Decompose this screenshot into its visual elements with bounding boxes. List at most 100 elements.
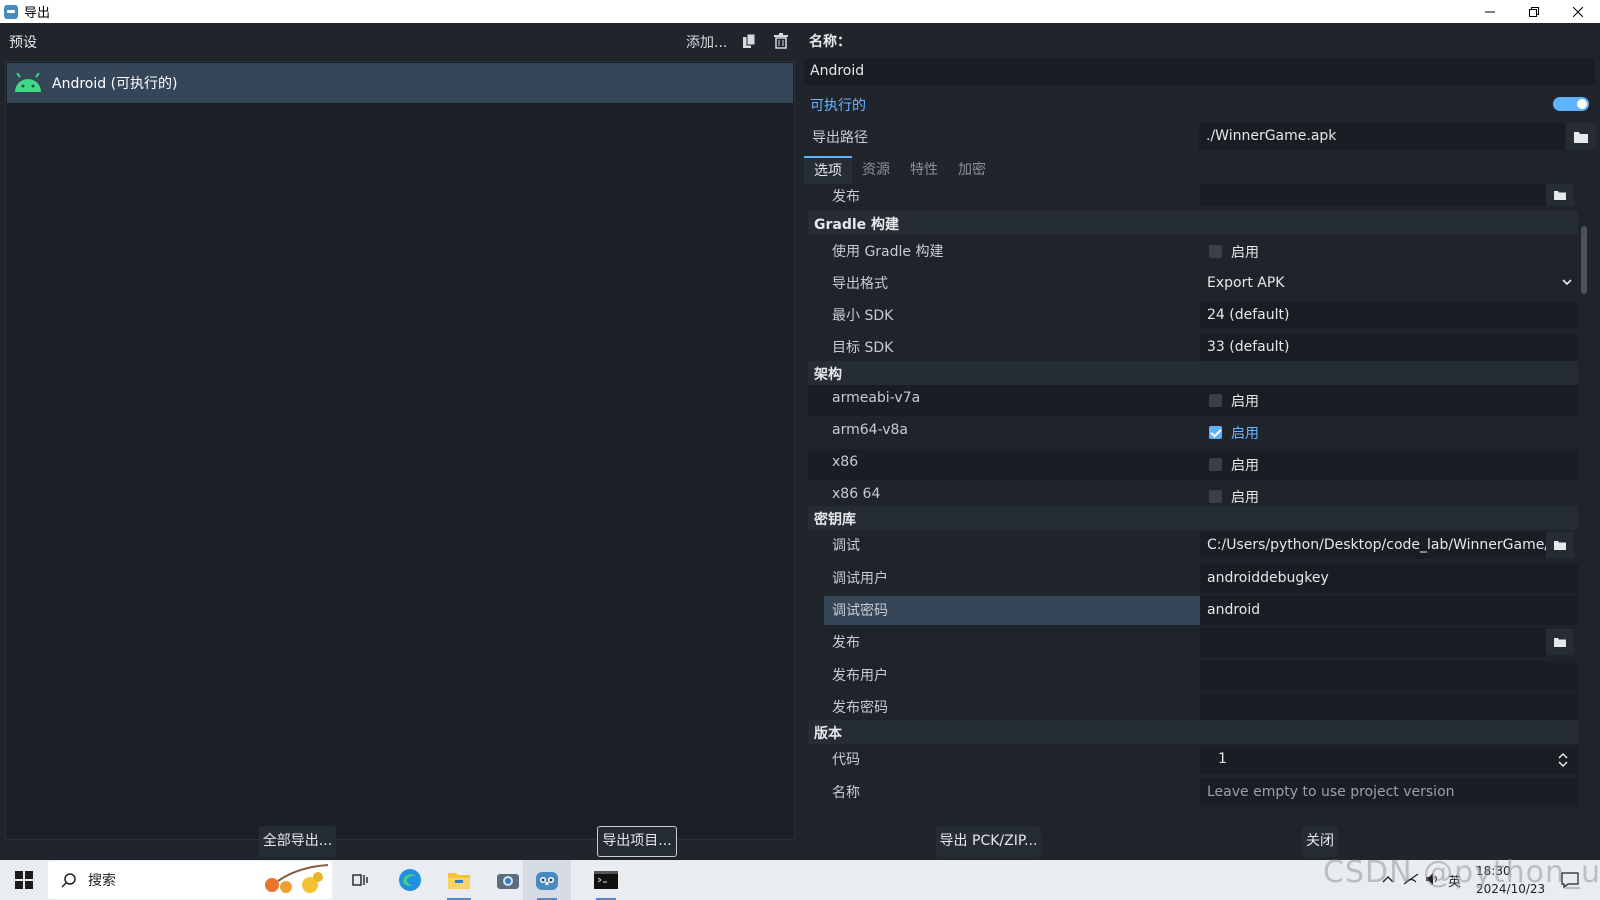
windows-logo-icon <box>15 871 33 889</box>
keystore-debug-password-row: 调试密码 android <box>808 596 1578 626</box>
restore-icon <box>1529 6 1539 17</box>
close-icon <box>1573 6 1583 17</box>
taskbar-search-label: 搜索 <box>88 873 116 889</box>
arch-label: armeabi-v7a <box>832 390 921 406</box>
arch-checkbox[interactable] <box>1209 458 1222 471</box>
keystore-debug-user-row: 调试用户 androiddebugkey <box>808 564 1578 596</box>
arch-checkbox-checked[interactable] <box>1209 426 1222 439</box>
arch-label: arm64-v8a <box>832 422 908 438</box>
top-release-row: 发布 <box>808 184 1578 208</box>
use-gradle-checkbox[interactable] <box>1209 245 1222 258</box>
presets-header: 预设 添加... <box>0 23 795 60</box>
task-view-icon <box>352 874 368 886</box>
arch-enable-label[interactable]: 启用 <box>1231 455 1259 475</box>
version-code-spinbox[interactable]: 1 <box>1200 745 1578 774</box>
keystore-release-browse-button[interactable] <box>1546 629 1574 655</box>
minimize-button[interactable] <box>1468 0 1512 23</box>
arch-checkbox[interactable] <box>1209 394 1222 407</box>
keystore-release-user-input[interactable] <box>1200 661 1578 690</box>
task-view-button[interactable] <box>348 868 372 892</box>
top-release-input[interactable] <box>1200 184 1546 206</box>
keystore-release-input[interactable] <box>1200 628 1546 657</box>
camera-taskbar-button[interactable] <box>496 868 520 892</box>
taskbar-search-box[interactable]: 搜索 <box>48 861 332 899</box>
close-dialog-button[interactable]: 关闭 <box>1302 826 1338 857</box>
version-name-input[interactable]: Leave empty to use project version <box>1200 778 1578 807</box>
terminal-taskbar-button[interactable] <box>594 868 618 900</box>
add-preset-button[interactable]: 添加... <box>686 32 727 52</box>
keystore-section-title: 密钥库 <box>814 512 856 528</box>
gradle-section-title: Gradle 构建 <box>814 217 900 233</box>
preset-name-input[interactable]: Android <box>804 58 1595 85</box>
keystore-section-header[interactable]: 密钥库 <box>808 506 1578 530</box>
godot-icon <box>536 872 558 890</box>
keystore-debug-user-label: 调试用户 <box>832 571 888 587</box>
version-name-row: 名称 Leave empty to use project version <box>808 778 1578 810</box>
export-path-browse-button[interactable] <box>1566 123 1596 150</box>
export-pck-zip-button[interactable]: 导出 PCK/ZIP... <box>936 826 1041 857</box>
tab-resources[interactable]: 资源 <box>852 156 900 184</box>
arch-section-title: 架构 <box>814 367 842 383</box>
search-highlight-illustration <box>265 864 329 893</box>
export-project-button[interactable]: 导出项目... <box>597 826 677 857</box>
scrollbar-thumb[interactable] <box>1581 226 1587 294</box>
window-titlebar: 导出 <box>0 0 1600 23</box>
keystore-release-password-input[interactable] <box>1200 693 1578 722</box>
spin-arrows-icon <box>1558 752 1568 768</box>
min-sdk-label: 最小 SDK <box>832 308 894 324</box>
target-sdk-row: 目标 SDK 33 (default) <box>808 332 1578 362</box>
export-format-select[interactable]: Export APK <box>1200 268 1578 298</box>
keystore-release-password-label: 发布密码 <box>832 700 888 716</box>
min-sdk-row: 最小 SDK 24 (default) <box>808 300 1578 330</box>
folder-icon <box>1554 638 1566 647</box>
preset-item-android[interactable]: Android (可执行的) <box>7 63 793 103</box>
use-gradle-enable-label[interactable]: 启用 <box>1231 242 1259 262</box>
top-release-label: 发布 <box>832 189 860 205</box>
arch-section-header[interactable]: 架构 <box>808 361 1578 385</box>
trash-icon <box>774 33 788 49</box>
tab-features[interactable]: 特性 <box>900 156 948 184</box>
tab-encryption[interactable]: 加密 <box>948 156 996 184</box>
android-icon <box>15 73 41 92</box>
window-controls <box>1468 0 1600 23</box>
export-all-button[interactable]: 全部导出... <box>259 826 336 857</box>
version-code-label: 代码 <box>832 752 860 768</box>
arch-checkbox[interactable] <box>1209 490 1222 503</box>
arch-enable-label[interactable]: 启用 <box>1231 487 1259 507</box>
gradle-section-header[interactable]: Gradle 构建 <box>808 211 1578 235</box>
keystore-debug-input[interactable]: C:/Users/python/Desktop/code_lab/WinnerG… <box>1200 531 1546 559</box>
use-gradle-label: 使用 Gradle 构建 <box>832 244 944 260</box>
runnable-toggle[interactable] <box>1553 97 1589 111</box>
min-sdk-input[interactable]: 24 (default) <box>1200 302 1578 329</box>
arch-enable-label[interactable]: 启用 <box>1231 423 1259 443</box>
restore-button[interactable] <box>1512 0 1556 23</box>
keystore-debug-password-label: 调试密码 <box>832 603 888 619</box>
keystore-debug-password-input[interactable]: android <box>1200 596 1578 625</box>
search-icon <box>61 873 76 888</box>
keystore-debug-browse-button[interactable] <box>1546 532 1574 558</box>
file-explorer-taskbar-button[interactable] <box>447 868 471 900</box>
inspector-scrollbar[interactable] <box>1581 220 1587 830</box>
minimize-icon <box>1485 11 1495 12</box>
start-button[interactable] <box>12 868 36 892</box>
edge-taskbar-button[interactable] <box>398 868 422 892</box>
chevron-down-icon <box>1562 279 1572 286</box>
tab-options[interactable]: 选项 <box>804 156 852 184</box>
export-path-input[interactable]: ./WinnerGame.apk <box>1199 123 1565 150</box>
target-sdk-label: 目标 SDK <box>832 340 894 356</box>
version-section-header[interactable]: 版本 <box>808 720 1578 744</box>
delete-preset-button[interactable] <box>772 32 790 50</box>
arch-label: x86 64 <box>832 486 881 502</box>
keystore-debug-user-input[interactable]: androiddebugkey <box>1200 564 1578 593</box>
duplicate-preset-button[interactable] <box>740 32 758 50</box>
target-sdk-input[interactable]: 33 (default) <box>1200 334 1578 361</box>
top-release-browse-button[interactable] <box>1546 184 1574 206</box>
close-window-button[interactable] <box>1556 0 1600 23</box>
keystore-release-label: 发布 <box>832 635 860 651</box>
presets-title: 预设 <box>9 35 37 51</box>
keystore-debug-row: 调试 C:/Users/python/Desktop/code_lab/Winn… <box>808 531 1578 563</box>
arch-row-armeabi: armeabi-v7a 启用 <box>808 385 1578 416</box>
arch-enable-label[interactable]: 启用 <box>1231 391 1259 411</box>
godot-app-icon <box>4 4 18 19</box>
godot-taskbar-button-active[interactable] <box>523 860 571 900</box>
